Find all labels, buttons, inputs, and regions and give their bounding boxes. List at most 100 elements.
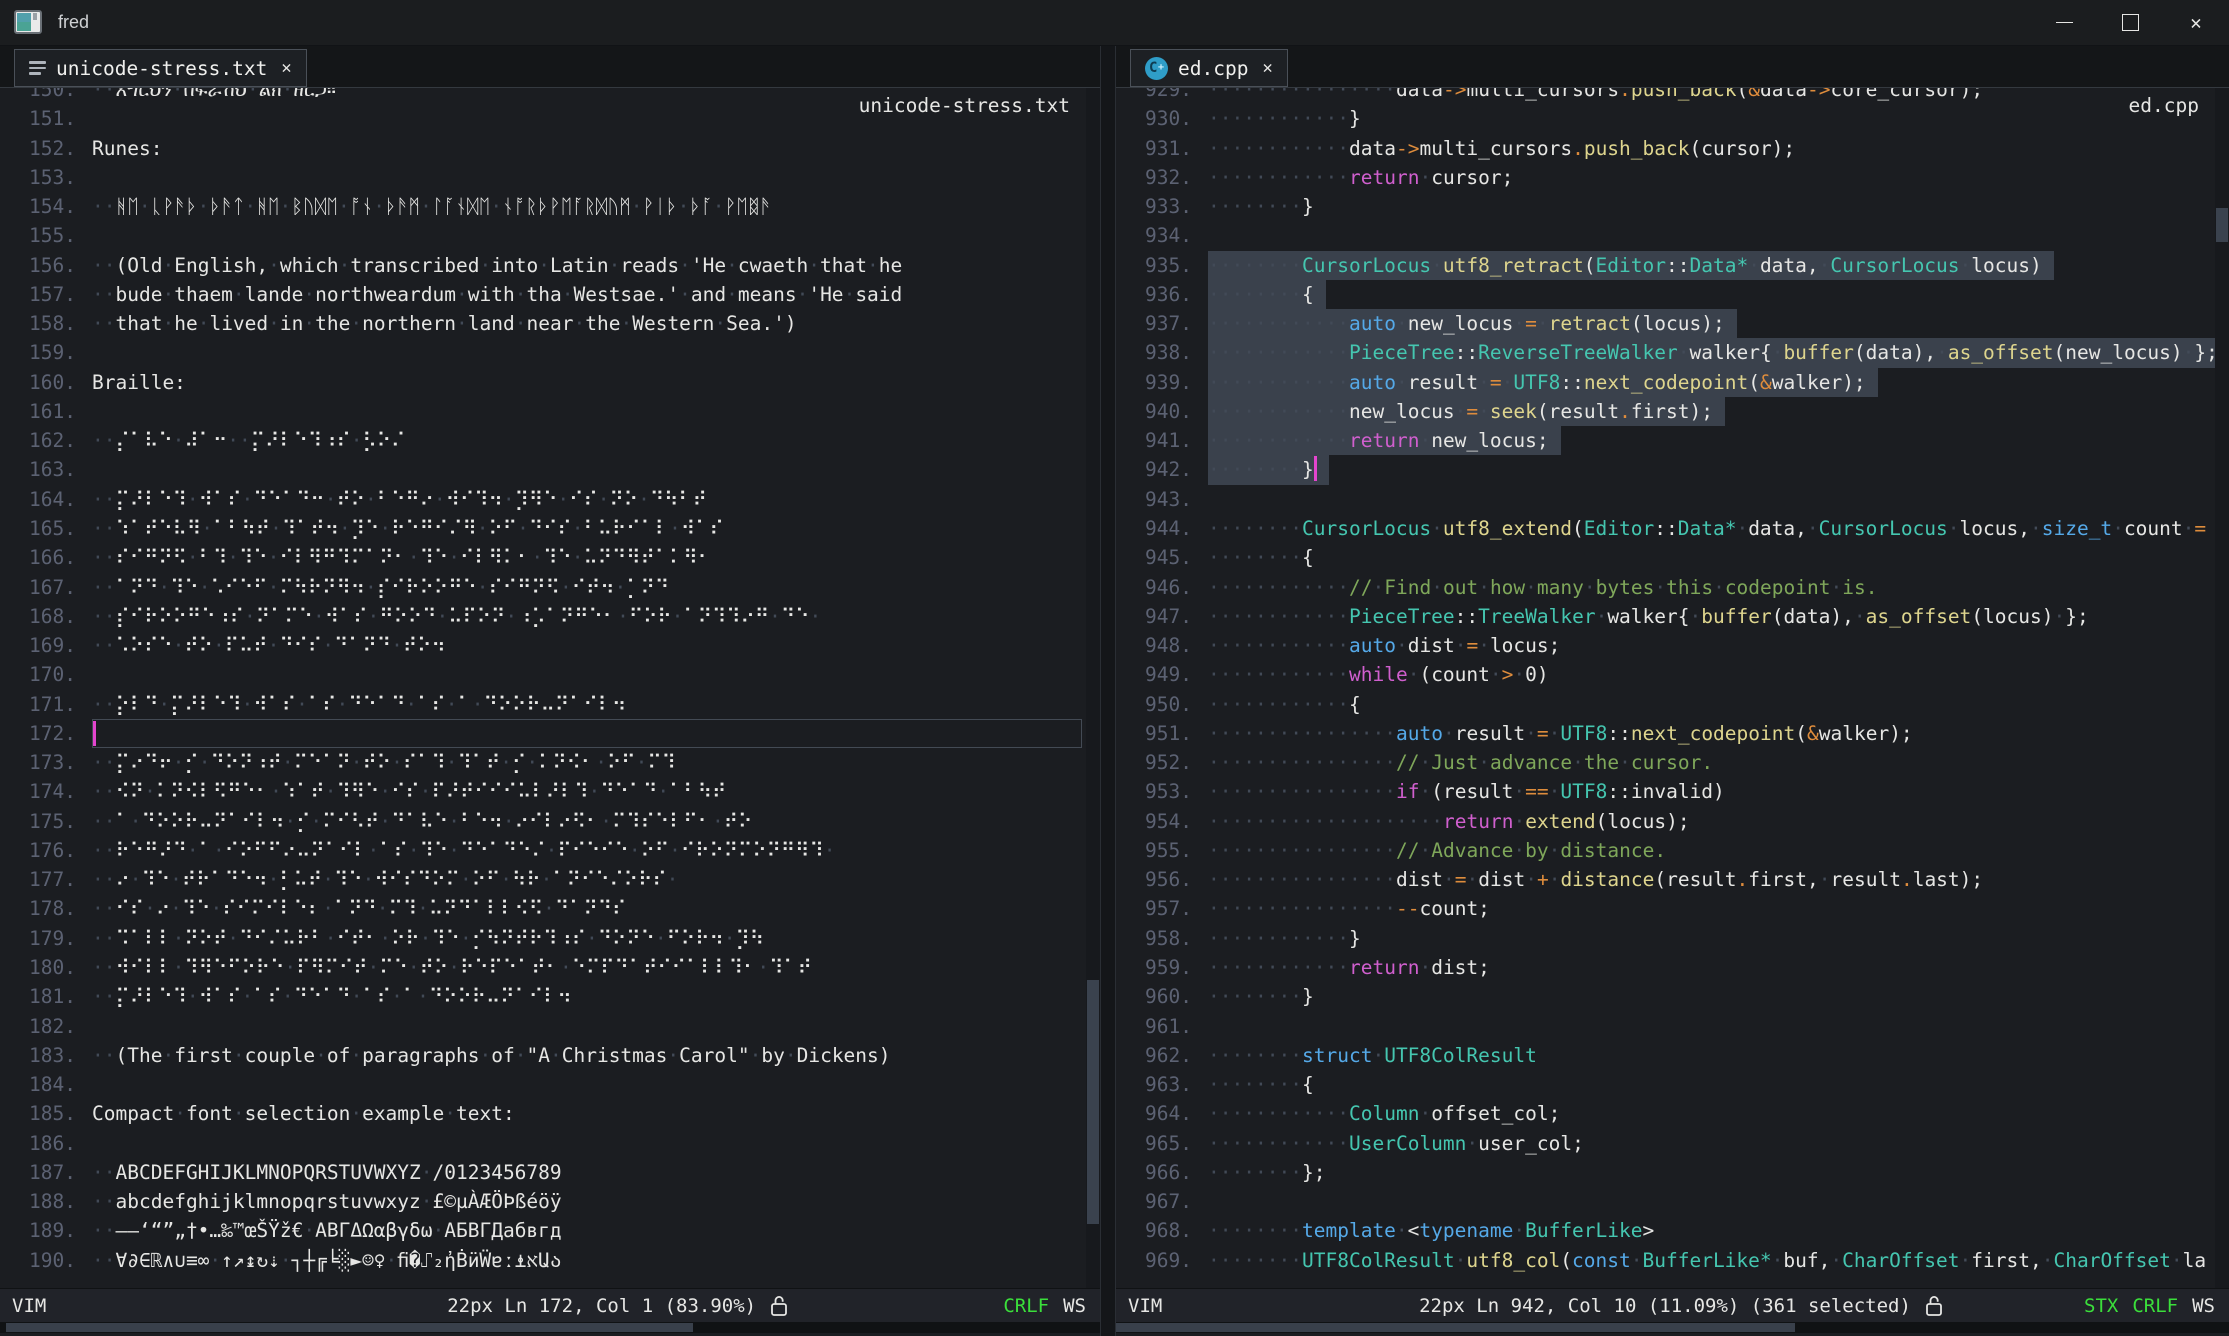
- code-line[interactable]: 963.········{: [1116, 1070, 2215, 1099]
- code-line[interactable]: 943.: [1116, 485, 2215, 514]
- code-line[interactable]: 948.············auto·dist·=·locus;: [1116, 631, 2215, 660]
- code-line[interactable]: 950.············{: [1116, 690, 2215, 719]
- code-line[interactable]: 179.··⠩⠁⠇⠇·⠝⠕⠞·⠙⠊⠌⠥⠗⠃·⠊⠞⠂·⠕⠗·⠹⠑·⡊⠳⠝⠞⠗⠹⠰⠎…: [0, 924, 1086, 953]
- code-line[interactable]: 965.············UserColumn·user_col;: [1116, 1129, 2215, 1158]
- code-line[interactable]: 934.: [1116, 221, 2215, 250]
- code-line[interactable]: 966.········};: [1116, 1158, 2215, 1187]
- code-line[interactable]: 969.········UTF8ColResult·utf8_col(const…: [1116, 1246, 2215, 1275]
- text-editor-right[interactable]: 929.················data->multi_cursors.…: [1116, 88, 2229, 1288]
- code-line[interactable]: 177.··⠔·⠹⠑·⠞⠗⠁⠙⠑⠲·⡃⠥⠞·⠹⠑·⠺⠊⠎⠙⠕⠍·⠕⠋·⠳⠗·⠁⠝…: [0, 865, 1086, 894]
- code-line[interactable]: 152.Runes:: [0, 134, 1086, 163]
- scrollbar-thumb[interactable]: [6, 1323, 694, 1332]
- code-line[interactable]: 952.················//·Just·advance·the·…: [1116, 748, 2215, 777]
- code-line[interactable]: 169.··⠡⠕⠎⠑·⠞⠕·⠏⠥⠞·⠙⠊⠎·⠙⠁⠝⠙·⠞⠕⠲: [0, 631, 1086, 660]
- code-line[interactable]: 178.··⠊⠎·⠔·⠹⠑·⠎⠊⠍⠊⠇⠑⠆·⠁⠝⠙·⠍⠹·⠥⠝⠙⠁⠇⠇⠪⠫·⠙⠁…: [0, 894, 1086, 923]
- code-line[interactable]: 171.··⡕⠇⠙·⡍⠜⠇⠑⠹·⠺⠁⠎·⠁⠎·⠙⠑⠁⠙·⠁⠎·⠁·⠙⠕⠕⠗⠤⠝⠁…: [0, 690, 1086, 719]
- code-line[interactable]: 954.····················return·extend(lo…: [1116, 807, 2215, 836]
- code-line[interactable]: 932.············return·cursor;: [1116, 163, 2215, 192]
- code-line[interactable]: 961.: [1116, 1012, 2215, 1041]
- code-line[interactable]: 175.··⠁·⠙⠕⠕⠗⠤⠝⠁⠊⠇⠲·⡊·⠍⠊⠣⠞·⠙⠁⠧⠑·⠃⠑⠲·⠔⠊⠇⠔⠫…: [0, 807, 1086, 836]
- code-lines-right[interactable]: 929.················data->multi_cursors.…: [1116, 88, 2215, 1288]
- horizontal-scrollbar-right[interactable]: [1116, 1322, 2229, 1333]
- code-line[interactable]: 964.············Column·offset_col;: [1116, 1099, 2215, 1128]
- code-line[interactable]: 183.··(The·first·couple·of·paragraphs·of…: [0, 1041, 1086, 1070]
- code-line[interactable]: 947.············PieceTree::TreeWalker·wa…: [1116, 602, 2215, 631]
- code-line[interactable]: 180.··⠺⠊⠇⠇·⠹⠻⠑⠋⠕⠗⠑·⠏⠻⠍⠊⠞·⠍⠑·⠞⠕·⠗⠑⠏⠑⠁⠞⠂·⠑…: [0, 953, 1086, 982]
- code-line[interactable]: 170.: [0, 660, 1086, 689]
- code-line[interactable]: 165.··⠱⠁⠞⠑⠧⠻·⠁⠃⠳⠞·⠹⠁⠞⠲·⡹⠑·⠗⠑⠛⠊⠌⠻·⠕⠋·⠙⠊⠎·…: [0, 514, 1086, 543]
- code-line[interactable]: 156.··(Old·English,·which·transcribed·in…: [0, 251, 1086, 280]
- vertical-scrollbar-right[interactable]: [2215, 88, 2229, 1288]
- code-line[interactable]: 154.··ᚻᛖ·ᚳᚹᚫᚦ·ᚦᚫᛏ·ᚻᛖ·ᛒᚢᛞᛖ·ᚩᚾ·ᚦᚫᛗ·ᛚᚪᚾᛞᛖ·ᚾ…: [0, 192, 1086, 221]
- code-line[interactable]: 162.··⡌⠁⠧⠑·⠼⠁⠒··⡍⠜⠇⠑⠹⠰⠎·⡣⠕⠌: [0, 426, 1086, 455]
- code-line[interactable]: 968.········template·<typename·BufferLik…: [1116, 1216, 2215, 1245]
- scrollbar-thumb[interactable]: [2216, 208, 2228, 242]
- code-line[interactable]: 186.: [0, 1129, 1086, 1158]
- code-line[interactable]: 174.··⠪⠝·⠅⠝⠪⠇⠫⠛⠑⠂·⠱⠁⠞·⠹⠻⠑·⠊⠎·⠏⠜⠞⠊⠊⠊⠥⠇⠜⠇⠹…: [0, 777, 1086, 806]
- code-line[interactable]: 967.: [1116, 1187, 2215, 1216]
- code-line[interactable]: 957.················--count;: [1116, 894, 2215, 923]
- code-line[interactable]: 189.··–—‘“”„†•…‰™œŠŸž€·ΑΒΓΔΩαβγδω·АБВГДа…: [0, 1216, 1086, 1245]
- code-lines-left[interactable]: 150.··እግርህን·በፍራሽህ·ልክ·ዘርጋ።151.152.Runes:1…: [0, 88, 1086, 1288]
- code-line[interactable]: 940.············new_locus·=·seek(result.…: [1116, 397, 2215, 426]
- code-line[interactable]: 164.··⡍⠜⠇⠑⠹·⠺⠁⠎·⠙⠑⠁⠙⠒·⠞⠕·⠃⠑⠛⠔·⠺⠊⠹⠲·⡹⠻⠑·⠊…: [0, 485, 1086, 514]
- code-line[interactable]: 949.············while·(count·>·0): [1116, 660, 2215, 689]
- code-line[interactable]: 185.Compact·font·selection·example·text:: [0, 1099, 1086, 1128]
- tab-ed-cpp[interactable]: C+ ed.cpp ✕: [1130, 49, 1288, 87]
- code-line[interactable]: 158.··that·he·lived·in·the·northern·land…: [0, 309, 1086, 338]
- code-line[interactable]: 944.········CursorLocus·utf8_extend(Edit…: [1116, 514, 2215, 543]
- code-line[interactable]: 959.············return·dist;: [1116, 953, 2215, 982]
- code-line[interactable]: 160.Braille:: [0, 368, 1086, 397]
- code-line[interactable]: 159.: [0, 338, 1086, 367]
- scrollbar-thumb[interactable]: [1116, 1323, 1795, 1332]
- pane-divider[interactable]: [1100, 46, 1116, 1336]
- code-line[interactable]: 188.··abcdefghijklmnopqrstuvwxyz·£©µÀÆÖÞ…: [0, 1187, 1086, 1216]
- code-line[interactable]: 953.················if·(result·==·UTF8::…: [1116, 777, 2215, 806]
- code-line[interactable]: 190.··∀∂∈ℝ∧∪≡∞·↑↗↨↻⇣·┐┼╔╘░►☺♀·ﬁ�⑀₂ἠḂӥẄɐː…: [0, 1246, 1086, 1275]
- code-line[interactable]: 930.············}: [1116, 104, 2215, 133]
- tab-close-icon[interactable]: ✕: [1262, 58, 1272, 78]
- code-line[interactable]: 168.··⡎⠊⠗⠕⠕⠛⠑⠰⠎·⠝⠁⠍⠑·⠺⠁⠎·⠛⠕⠕⠙·⠥⠏⠕⠝·⠰⡡⠁⠝⠛…: [0, 602, 1086, 631]
- code-line[interactable]: 155.: [0, 221, 1086, 250]
- code-line[interactable]: 929.················data->multi_cursors.…: [1116, 88, 2215, 104]
- code-line[interactable]: 941.············return·new_locus;: [1116, 426, 2215, 455]
- code-line[interactable]: 163.: [0, 455, 1086, 484]
- tab-unicode-stress[interactable]: unicode-stress.txt ✕: [14, 49, 307, 87]
- code-line[interactable]: 935.········CursorLocus·utf8_retract(Edi…: [1116, 251, 2215, 280]
- code-line[interactable]: 173.··⡍⠔⠙⠖·⡊·⠙⠕⠝⠰⠞·⠍⠑⠁⠝·⠞⠕·⠎⠁⠹·⠹⠁⠞·⡊·⠅⠝⠪…: [0, 748, 1086, 777]
- code-line[interactable]: 946.············//·Find·out·how·many·byt…: [1116, 573, 2215, 602]
- code-line[interactable]: 955.················//·Advance·by·distan…: [1116, 836, 2215, 865]
- code-line[interactable]: 176.··⠗⠑⠛⠜⠙·⠁·⠊⠕⠋⠋⠔⠤⠝⠁⠊⠇·⠁⠎·⠹⠑·⠙⠑⠁⠙⠑⠌·⠏⠊…: [0, 836, 1086, 865]
- code-line[interactable]: 938.············PieceTree::ReverseTreeWa…: [1116, 338, 2215, 367]
- code-line[interactable]: 187.··ABCDEFGHIJKLMNOPQRSTUVWXYZ·/012345…: [0, 1158, 1086, 1187]
- code-line[interactable]: 153.: [0, 163, 1086, 192]
- code-line[interactable]: 939.············auto·result·=·UTF8::next…: [1116, 368, 2215, 397]
- code-line[interactable]: 157.··bude·thaem·lande·northweardum·with…: [0, 280, 1086, 309]
- close-button[interactable]: ✕: [2163, 0, 2229, 45]
- code-line[interactable]: 951.················auto·result·=·UTF8::…: [1116, 719, 2215, 748]
- code-line[interactable]: 931.············data->multi_cursors.push…: [1116, 134, 2215, 163]
- code-line[interactable]: 172.: [0, 719, 1086, 748]
- code-line[interactable]: 182.: [0, 1012, 1086, 1041]
- scrollbar-thumb[interactable]: [1087, 980, 1099, 1225]
- code-line[interactable]: 958.············}: [1116, 924, 2215, 953]
- horizontal-scrollbar-left[interactable]: [0, 1322, 1100, 1333]
- minimize-button[interactable]: [2031, 0, 2097, 45]
- tab-close-icon[interactable]: ✕: [281, 58, 291, 78]
- vertical-scrollbar-left[interactable]: [1086, 88, 1100, 1288]
- code-line[interactable]: 960.········}: [1116, 982, 2215, 1011]
- text-editor-left[interactable]: 150.··እግርህን·በፍራሽህ·ልክ·ዘርጋ።151.152.Runes:1…: [0, 88, 1100, 1288]
- code-line[interactable]: 166.··⠎⠊⠛⠝⠫·⠃⠹·⠹⠑·⠊⠇⠻⠛⠹⠍⠁⠝⠂·⠹⠑·⠊⠇⠻⠅⠂·⠹⠑·…: [0, 543, 1086, 572]
- code-line[interactable]: 962.········struct·UTF8ColResult: [1116, 1041, 2215, 1070]
- maximize-button[interactable]: [2097, 0, 2163, 45]
- code-line[interactable]: 161.: [0, 397, 1086, 426]
- code-line[interactable]: 936.········{: [1116, 280, 2215, 309]
- code-line[interactable]: 937.············auto·new_locus·=·retract…: [1116, 309, 2215, 338]
- code-line[interactable]: 184.: [0, 1070, 1086, 1099]
- code-line[interactable]: 167.··⠁⠝⠙·⠹⠑·⠡⠊⠑⠋·⠍⠳⠗⠝⠻⠲·⡎⠊⠗⠕⠕⠛⠑·⠎⠊⠛⠝⠫·⠊…: [0, 573, 1086, 602]
- code-line[interactable]: 956.················dist·=·dist·+·distan…: [1116, 865, 2215, 894]
- code-line[interactable]: 942.········}: [1116, 455, 2215, 484]
- code-line[interactable]: 945.········{: [1116, 543, 2215, 572]
- code-line[interactable]: 181.··⡍⠜⠇⠑⠹·⠺⠁⠎·⠁⠎·⠙⠑⠁⠙·⠁⠎·⠁·⠙⠕⠕⠗⠤⠝⠁⠊⠇⠲: [0, 982, 1086, 1011]
- code-line[interactable]: 933.········}: [1116, 192, 2215, 221]
